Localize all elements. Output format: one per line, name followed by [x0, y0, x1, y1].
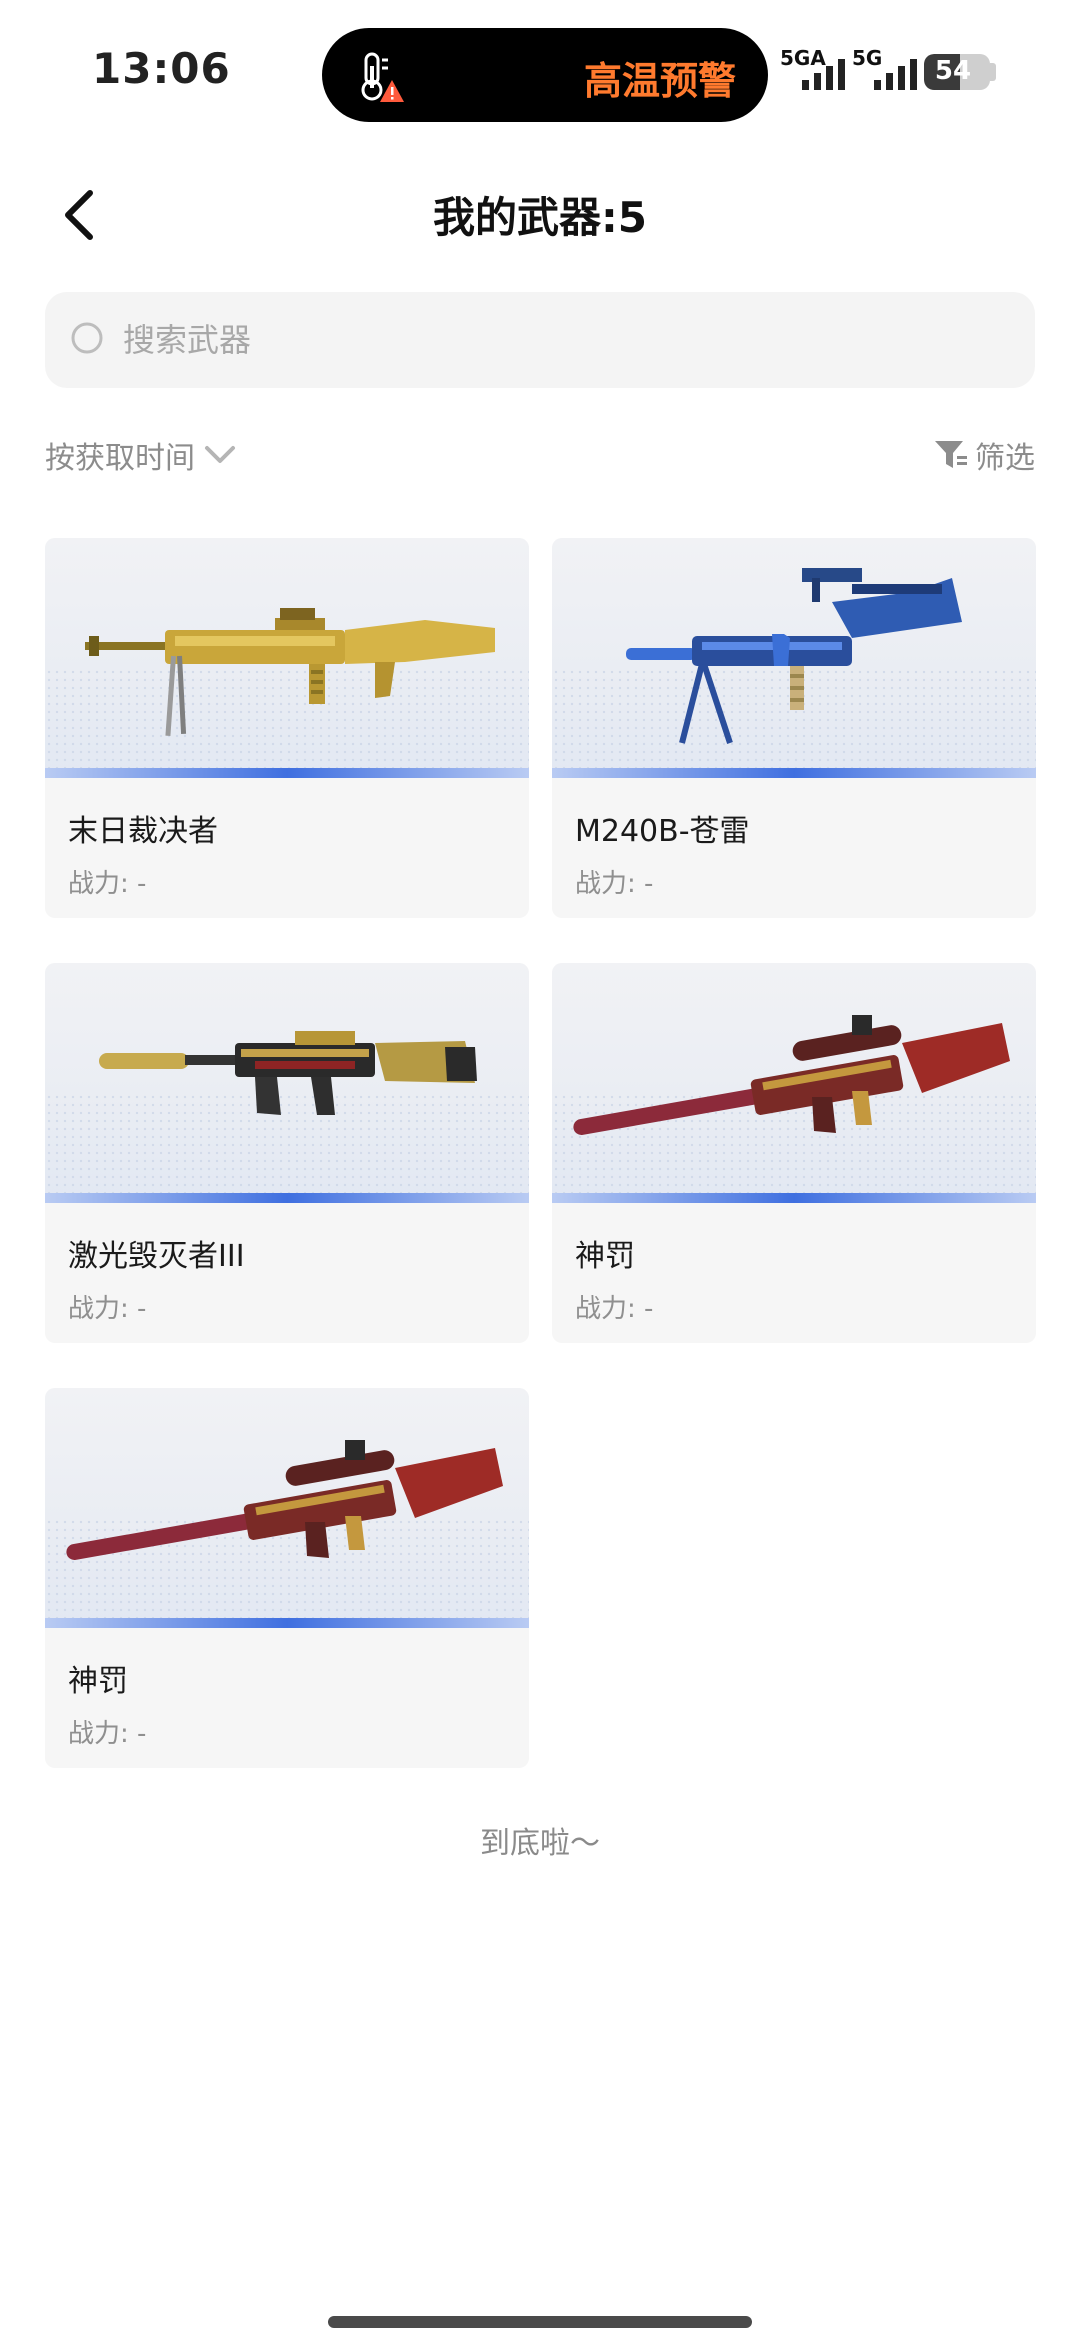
weapon-image: [45, 963, 529, 1203]
rifle-gold-black-icon: [99, 1031, 477, 1115]
weapon-name: 末日裁决者: [68, 814, 218, 849]
weapon-image: [45, 1388, 529, 1628]
rarity-band: [45, 1618, 529, 1628]
sort-dropdown[interactable]: 按获取时间: [45, 430, 237, 480]
weapon-image: [552, 963, 1036, 1203]
machine-gun-blue-icon: [626, 568, 962, 744]
status-time: 13:06: [92, 44, 231, 93]
sort-label: 按获取时间: [45, 441, 195, 476]
weapon-power: 战力: -: [68, 869, 147, 899]
page-title: 我的武器:5: [432, 193, 648, 242]
weapon-power: 战力: -: [575, 1294, 654, 1324]
header: 我的武器:5: [0, 160, 1080, 270]
weapon-name: M240B-苍雷: [575, 814, 750, 849]
signal-bars-icon: [874, 59, 917, 90]
weapon-power: 战力: -: [68, 1719, 147, 1749]
battery-nub: [990, 63, 996, 81]
weapon-image: [552, 538, 1036, 778]
search-bar[interactable]: [45, 292, 1035, 388]
weapon-card[interactable]: 神罚 战力: -: [552, 963, 1036, 1343]
rarity-band: [552, 1193, 1036, 1203]
rarity-band: [552, 768, 1036, 778]
status-bar: 13:06 高温预警 5GA 5G 54: [0, 0, 1080, 130]
alert-text: 高温预警: [583, 59, 736, 103]
weapon-image: [45, 538, 529, 778]
home-indicator[interactable]: [328, 2316, 752, 2328]
weapon-power: 战力: -: [68, 1294, 147, 1324]
weapon-power: 战力: -: [575, 869, 654, 899]
rarity-band: [45, 768, 529, 778]
weapon-card[interactable]: 激光毁灭者III 战力: -: [45, 963, 529, 1343]
search-icon: [71, 322, 103, 354]
weapon-card[interactable]: 末日裁决者 战力: -: [45, 538, 529, 918]
rarity-band: [45, 1193, 529, 1203]
weapon-name: 神罚: [68, 1664, 128, 1699]
filter-button[interactable]: 筛选: [933, 430, 1035, 480]
sniper-red-gold-icon: [573, 1015, 1010, 1135]
search-input[interactable]: [123, 321, 1003, 359]
signal-bars-icon: [802, 59, 845, 90]
filter-label: 筛选: [975, 441, 1035, 476]
weapon-card[interactable]: 神罚 战力: -: [45, 1388, 529, 1768]
filter-icon: [935, 441, 967, 468]
sniper-red-gold-icon: [66, 1440, 503, 1560]
weapon-name: 神罚: [575, 1239, 635, 1274]
weapon-name: 激光毁灭者III: [68, 1239, 245, 1274]
chevron-down-icon: [205, 446, 235, 463]
machine-gun-gold-icon: [85, 608, 495, 737]
thermometer-warning-icon: [361, 52, 404, 102]
battery-level: 54: [934, 56, 972, 86]
end-of-list-text: 到底啦～: [480, 1826, 600, 1861]
battery-indicator: 54: [924, 54, 990, 90]
high-temperature-alert-pill[interactable]: 高温预警: [322, 28, 768, 122]
weapon-card[interactable]: M240B-苍雷 战力: -: [552, 538, 1036, 918]
